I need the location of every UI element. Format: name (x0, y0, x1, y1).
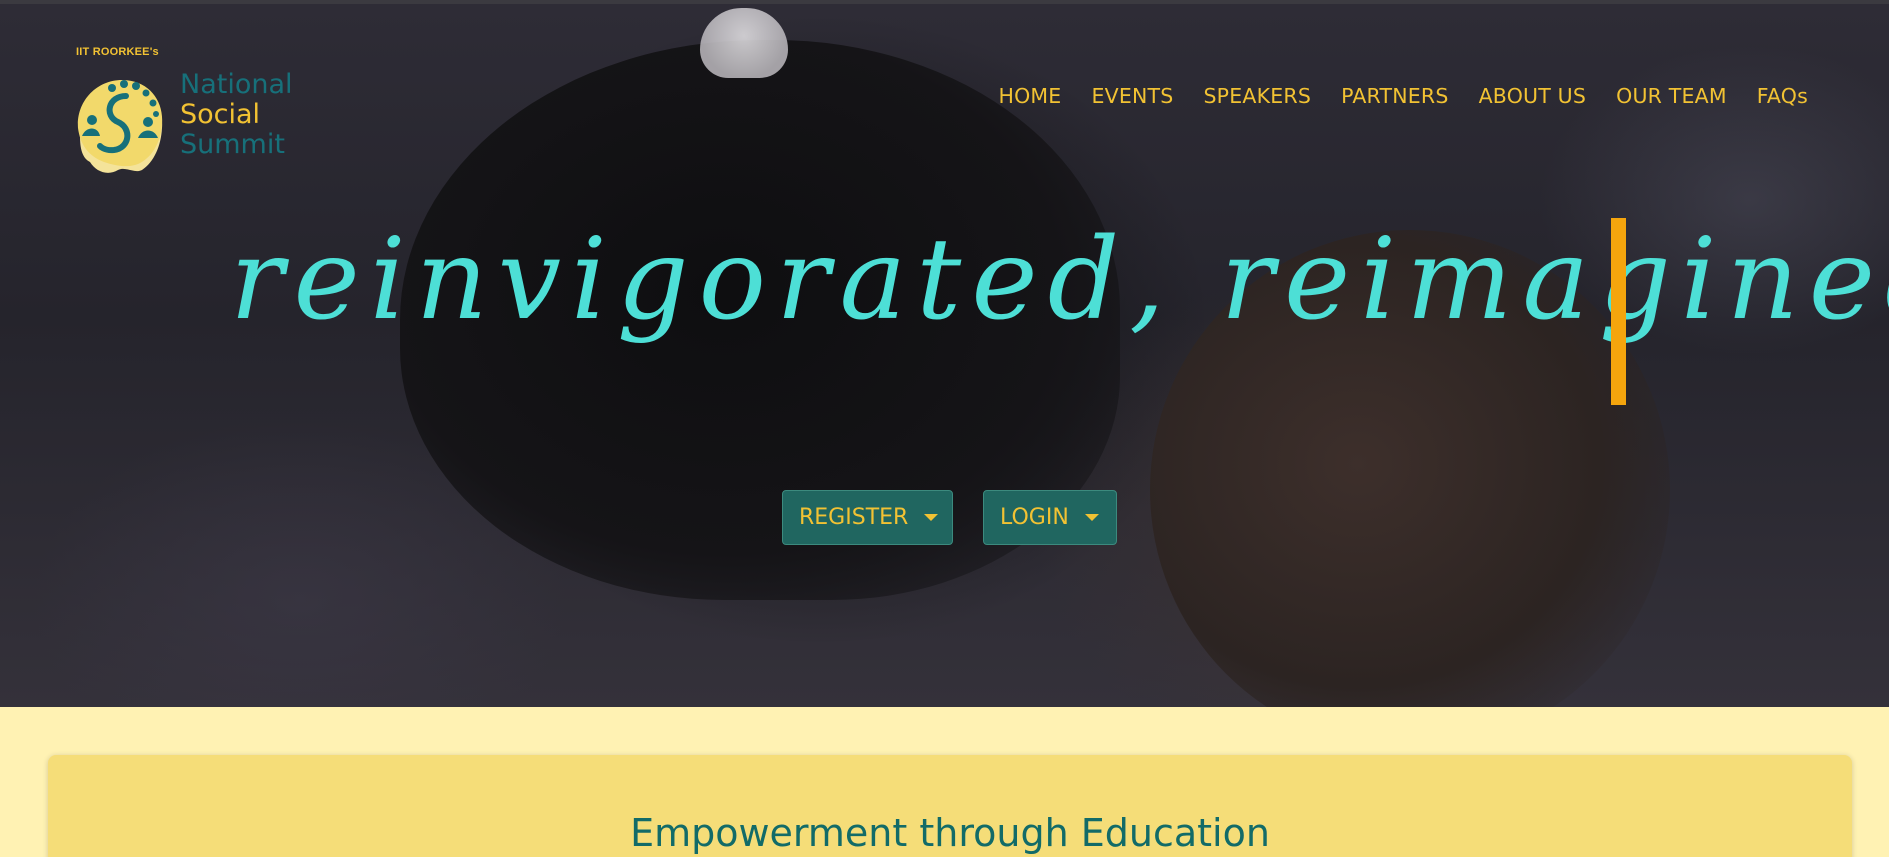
nav-about-us[interactable]: ABOUT US (1464, 84, 1602, 108)
site-logo[interactable]: IIT ROORKEE's National Social Summit (74, 46, 314, 176)
logo-wordmark: National Social Summit (180, 70, 293, 160)
nav-speakers[interactable]: SPEAKERS (1188, 84, 1326, 108)
register-dropdown-button[interactable]: REGISTER (782, 490, 953, 545)
logo-word-national: National (180, 69, 293, 100)
register-button-label: REGISTER (799, 505, 909, 530)
caret-down-icon (1084, 514, 1099, 521)
nav-events[interactable]: EVENTS (1076, 84, 1188, 108)
hero-banner: IIT ROORKEE's National Social Summit HOM… (0, 0, 1889, 707)
logo-emblem-icon (77, 80, 163, 173)
logo-tagline: IIT ROORKEE's (76, 46, 159, 58)
login-dropdown-button[interactable]: LOGIN (983, 490, 1117, 545)
logo-word-social: Social (180, 99, 261, 130)
logo-word-summit: Summit (180, 129, 285, 160)
login-button-label: LOGIN (1000, 505, 1069, 530)
main-nav: HOME EVENTS SPEAKERS PARTNERS ABOUT US O… (983, 84, 1823, 108)
caret-down-icon (924, 514, 939, 521)
hero-background-hair-tie (700, 8, 788, 78)
theme-card: Empowerment through Education (48, 755, 1852, 857)
hero-typed-headline: reinvigorated, reimagined (230, 215, 1889, 345)
nav-home[interactable]: HOME (983, 84, 1076, 108)
top-strip (0, 0, 1889, 4)
nav-partners[interactable]: PARTNERS (1326, 84, 1464, 108)
nav-our-team[interactable]: OUR TEAM (1601, 84, 1742, 108)
typing-cursor (1611, 218, 1626, 405)
theme-card-title: Empowerment through Education (630, 811, 1270, 855)
nav-faqs[interactable]: FAQs (1742, 84, 1823, 108)
